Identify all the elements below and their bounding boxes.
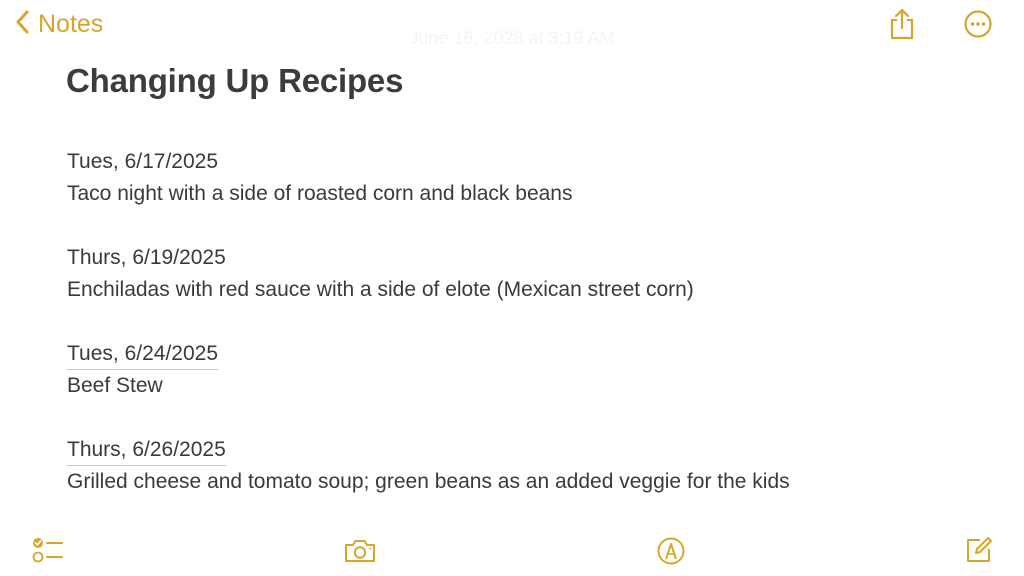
entry-text: Grilled cheese and tomato soup; green be… — [67, 470, 790, 493]
top-toolbar: Notes June 16, 2028 at 3:19 AM — [0, 0, 1024, 50]
entry-date: Thurs, 6/19/2025 — [67, 246, 226, 269]
entry-text: Taco night with a side of roasted corn a… — [67, 182, 573, 205]
note-entry: Tues, 6/24/2025 Beef Stew — [67, 338, 967, 402]
camera-icon[interactable] — [343, 538, 377, 569]
bottom-toolbar — [0, 516, 1024, 576]
markup-pen-icon[interactable] — [656, 536, 686, 571]
note-timestamp: June 16, 2028 at 3:19 AM — [409, 28, 615, 48]
entry-text: Beef Stew — [67, 374, 163, 397]
entry-date-link[interactable]: Thurs, 6/26/2025 — [67, 436, 226, 466]
note-title[interactable]: Changing Up Recipes — [66, 62, 403, 100]
entry-date-link[interactable]: Tues, 6/24/2025 — [67, 340, 218, 370]
checklist-icon[interactable] — [32, 536, 64, 569]
entry-text: Enchiladas with red sauce with a side of… — [67, 278, 694, 301]
share-icon[interactable] — [888, 8, 916, 45]
note-body[interactable]: Tues, 6/17/2025 Taco night with a side o… — [67, 146, 967, 530]
entry-date: Tues, 6/17/2025 — [67, 150, 218, 173]
compose-icon[interactable] — [964, 535, 994, 570]
ellipsis-circle-icon[interactable] — [963, 9, 993, 44]
note-entry: Tues, 6/17/2025 Taco night with a side o… — [67, 146, 967, 210]
note-entry: Thurs, 6/19/2025 Enchiladas with red sau… — [67, 242, 967, 306]
note-entry: Thurs, 6/26/2025 Grilled cheese and toma… — [67, 434, 967, 498]
